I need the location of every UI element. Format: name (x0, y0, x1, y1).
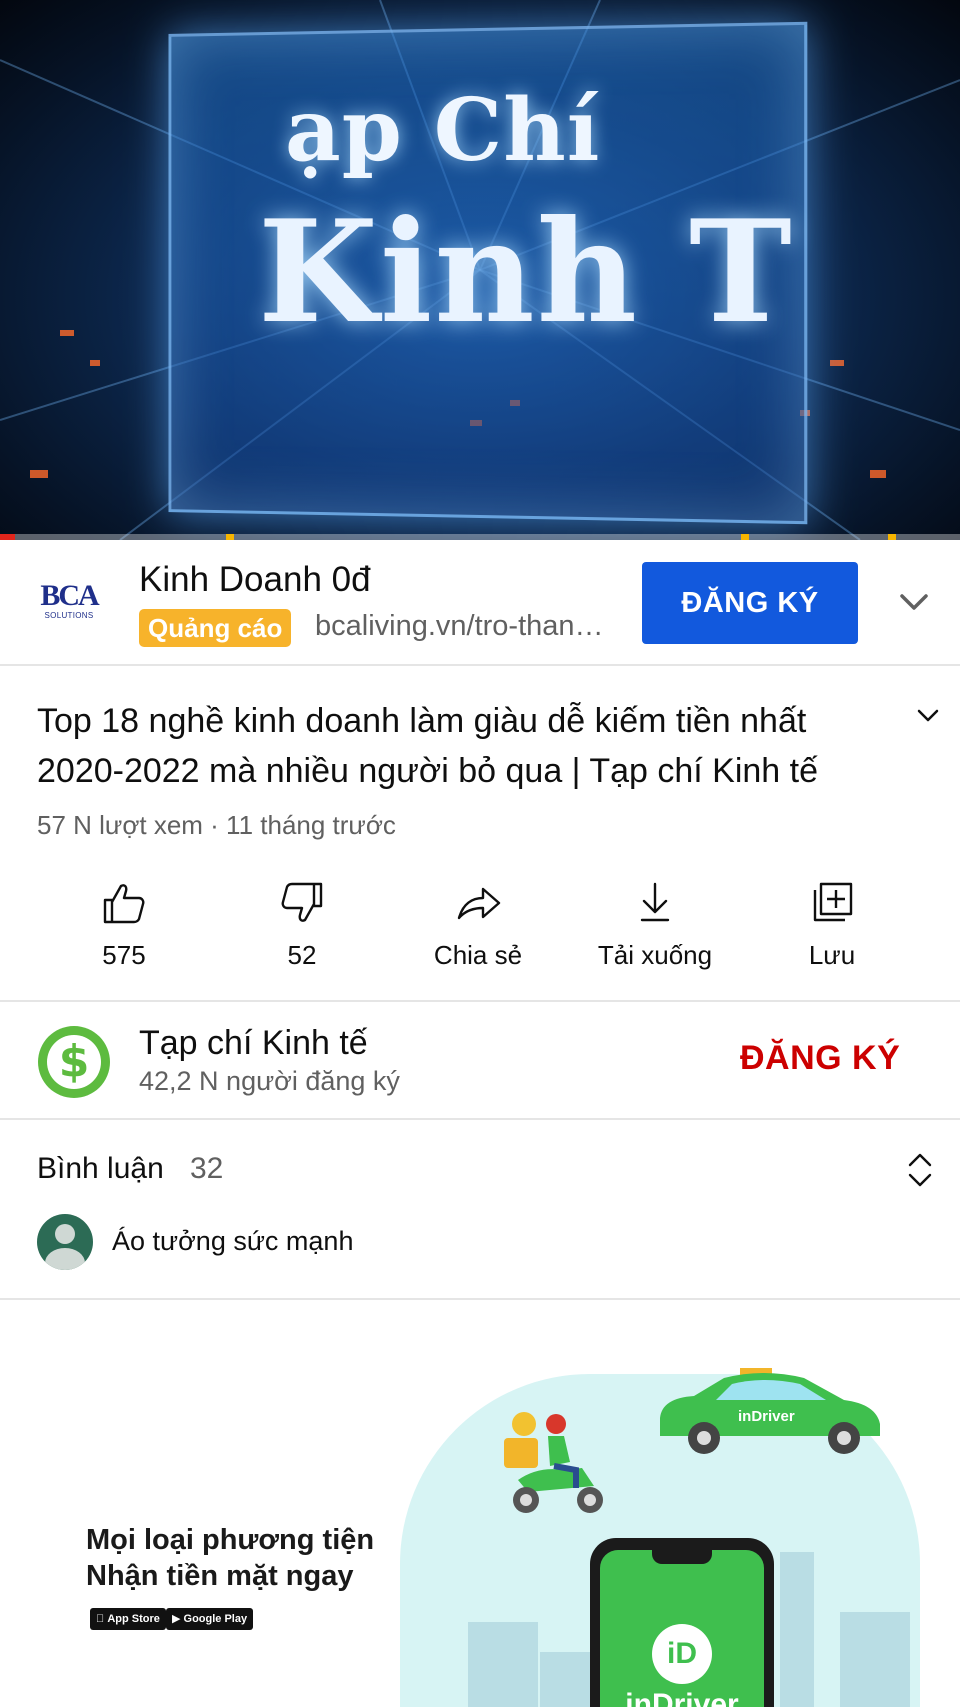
ad-url[interactable]: bcaliving.vn/tro-thanh-chu-nha (315, 610, 615, 643)
advertiser-logo[interactable]: BCA SOLUTIONS (38, 581, 100, 625)
banner-ad[interactable]: inDriver iD inDriver Mọi loại phương tiệ… (0, 1302, 960, 1707)
ad-subscribe-button[interactable]: ĐĂNG KÝ (642, 562, 858, 644)
share-button[interactable]: Chia sẻ (390, 878, 566, 988)
comments-section[interactable]: Bình luận 32 Áo tưởng sức mạnh (0, 1122, 960, 1300)
dollar-icon: $ (47, 1035, 101, 1089)
car-brand-label: inDriver (738, 1408, 795, 1425)
google-play-badge[interactable]: ▶ Google Play (166, 1608, 254, 1630)
thumbs-down-icon (281, 882, 323, 922)
chevron-down-icon[interactable] (896, 584, 932, 620)
download-label: Tải xuống (597, 940, 713, 970)
dislike-button[interactable]: 52 (214, 878, 390, 988)
action-bar: 575 52 Chia sẻ Tải xuống Lưu (0, 868, 960, 1002)
banner-line-2: Nhận tiền mặt ngay (86, 1560, 354, 1592)
unfold-icon[interactable] (902, 1148, 938, 1192)
channel-subscriber-count: 42,2 N người đăng ký (139, 1066, 400, 1096)
banner-building (840, 1612, 910, 1707)
share-arrow-icon (457, 887, 501, 920)
video-title[interactable]: Top 18 nghề kinh doanh làm giàu dễ kiếm … (37, 696, 867, 796)
like-count: 575 (102, 940, 146, 970)
video-player[interactable]: ạp Chí Kinh T (0, 0, 960, 540)
add-to-playlist-icon (813, 882, 853, 922)
channel-avatar[interactable]: $ (38, 1026, 110, 1098)
channel-row[interactable]: $ Tạp chí Kinh tế 42,2 N người đăng ký Đ… (0, 1004, 960, 1120)
advertiser-logo-mark: BCA (40, 579, 99, 612)
channel-name[interactable]: Tạp chí Kinh tế (139, 1024, 368, 1063)
dislike-count: 52 (287, 940, 317, 970)
banner-heading: Mọi loại phương tiện Nhận tiền mặt ngay (86, 1522, 374, 1594)
phone-brand-text: inDriver (625, 1688, 739, 1707)
share-label: Chia sẻ (433, 940, 523, 970)
advertiser-logo-sub: SOLUTIONS (44, 611, 94, 620)
download-icon (640, 882, 670, 922)
phone-illustration: iD inDriver (590, 1538, 774, 1707)
video-title-block[interactable]: Top 18 nghề kinh doanh làm giàu dễ kiếm … (0, 668, 960, 868)
commenter-avatar (37, 1214, 93, 1270)
like-button[interactable]: 575 (36, 878, 212, 988)
banner-building (780, 1552, 814, 1707)
download-button[interactable]: Tải xuống (567, 878, 743, 988)
chevron-down-icon[interactable] (910, 698, 946, 734)
banner-line-1: Mọi loại phương tiện (86, 1524, 375, 1556)
indriver-logo-icon: iD (652, 1624, 712, 1684)
save-label: Lưu (808, 940, 856, 970)
avatar-head (55, 1224, 75, 1244)
video-overlay-text-1: ạp Chí (285, 80, 601, 181)
ad-badge: Quảng cáo (139, 609, 292, 647)
ad-bar: BCA SOLUTIONS Kinh Doanh 0đ Quảng cáo bc… (0, 540, 960, 666)
banner-building (468, 1622, 538, 1707)
app-store-label: App Store (96, 1613, 160, 1625)
play-icon: ▶ (172, 1613, 181, 1625)
video-overlay-text-2: Kinh T (258, 188, 794, 355)
avatar-body (45, 1248, 85, 1270)
banner-building (540, 1652, 590, 1707)
save-button[interactable]: Lưu (744, 878, 920, 988)
phone-notch (652, 1550, 712, 1564)
google-play-label: Google Play (183, 1613, 248, 1625)
apple-icon:  (96, 1613, 104, 1625)
comments-title: Bình luận (37, 1152, 164, 1185)
first-comment-text: Áo tưởng sức mạnh (112, 1226, 354, 1256)
comments-count: 32 (190, 1152, 224, 1185)
video-meta: 57 N lượt xem · 11 tháng trước (37, 810, 396, 840)
ad-title[interactable]: Kinh Doanh 0đ (139, 560, 371, 600)
channel-subscribe-button[interactable]: ĐĂNG KÝ (740, 1039, 900, 1078)
app-store-badge[interactable]:  App Store (90, 1608, 166, 1630)
thumbs-up-icon (103, 884, 145, 924)
scooter-rider-illustration (504, 1412, 603, 1513)
